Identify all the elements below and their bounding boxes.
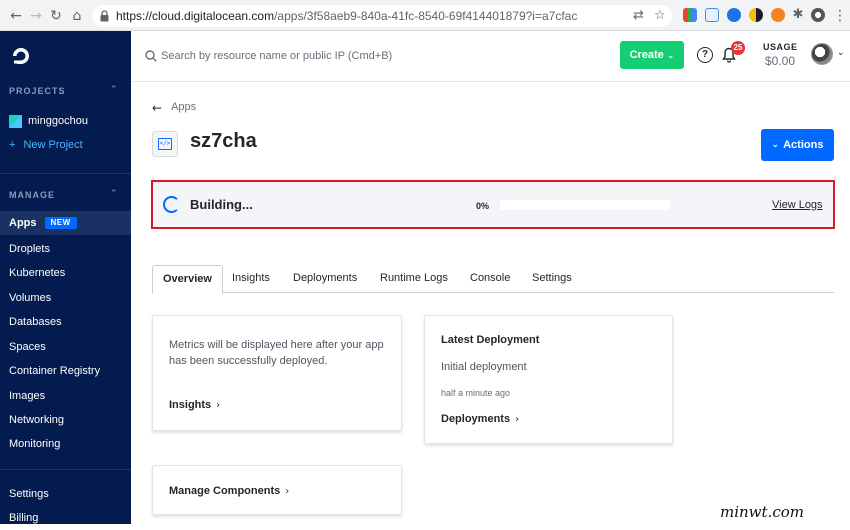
usage-label: USAGE (763, 42, 798, 52)
translate-icon[interactable]: ⇄ (633, 8, 644, 23)
url-text: https://cloud.digitalocean.com/apps/3f58… (116, 9, 578, 23)
insights-link[interactable]: Insights › (169, 399, 220, 411)
latest-deployment-title: Latest Deployment (441, 334, 540, 346)
metrics-card: Metrics will be displayed here after you… (152, 315, 402, 431)
reload-icon[interactable]: ↻ (48, 8, 64, 24)
manage-heading: MANAGE (9, 190, 55, 200)
tab-runtime-logs[interactable]: Runtime Logs (380, 265, 448, 293)
metrics-message-line-1: Metrics will be displayed here after you… (169, 339, 384, 351)
help-icon[interactable]: ? (697, 47, 713, 63)
chevron-up-icon[interactable]: ⌃ (110, 189, 118, 199)
deployments-link[interactable]: Deployments › (441, 413, 519, 425)
sidebar-item-label: Apps (9, 217, 37, 229)
tab-insights[interactable]: Insights (232, 265, 270, 293)
avatar[interactable] (811, 43, 833, 65)
extension-icon[interactable] (705, 8, 719, 22)
manage-components-label: Manage Components (169, 485, 281, 497)
actions-button[interactable]: ⌄ Actions (761, 129, 834, 161)
insights-link-label: Insights (169, 399, 212, 411)
chevron-down-icon[interactable]: ⌄ (837, 48, 845, 58)
tab-overview[interactable]: Overview (152, 265, 223, 294)
divider (0, 173, 131, 174)
create-label: Create (629, 49, 664, 61)
latest-deployment-description: Initial deployment (441, 361, 527, 373)
star-icon[interactable]: ☆ (654, 8, 666, 23)
deployments-link-label: Deployments (441, 413, 511, 425)
project-name: minggochou (28, 115, 88, 127)
progress-percent: 0% (476, 201, 490, 211)
tab-console[interactable]: Console (470, 265, 510, 293)
notification-count-badge: 25 (731, 41, 745, 55)
project-item[interactable]: minggochou (9, 113, 88, 129)
loading-spinner-icon (163, 196, 180, 213)
chevron-down-icon: ⌄ (771, 140, 780, 150)
search-icon (145, 50, 157, 62)
sidebar-item-spaces[interactable]: Spaces (0, 335, 131, 359)
sidebar-item-apps[interactable]: Apps NEW (0, 211, 131, 235)
search-input[interactable] (161, 46, 461, 66)
tab-bar: Overview Insights Deployments Runtime Lo… (152, 265, 834, 294)
manage-components-link[interactable]: Manage Components › (169, 485, 289, 497)
build-status-banner: Building... 0% View Logs (151, 180, 835, 229)
extension-icon[interactable] (771, 8, 785, 22)
progress-bar (500, 200, 670, 210)
tab-settings[interactable]: Settings (532, 265, 572, 293)
divider (0, 469, 131, 470)
sidebar-item-volumes[interactable]: Volumes (0, 286, 131, 310)
extension-icon[interactable] (749, 8, 763, 22)
address-bar[interactable]: https://cloud.digitalocean.com/apps/3f58… (92, 5, 672, 27)
sidebar-item-droplets[interactable]: Droplets (0, 237, 131, 261)
sidebar-item-kubernetes[interactable]: Kubernetes (0, 261, 131, 285)
profile-avatar-icon[interactable] (811, 8, 825, 22)
back-link-label: Apps (171, 101, 197, 113)
new-badge: NEW (44, 217, 77, 229)
sidebar: PROJECTS ⌃ minggochou + New Project MANA… (0, 31, 131, 524)
create-button[interactable]: Create ⌄ (620, 41, 684, 69)
manage-components-card: Manage Components › (152, 465, 402, 515)
latest-deployment-card: Latest Deployment Initial deployment hal… (424, 315, 673, 444)
watermark: minwt.com (720, 503, 804, 521)
page-title: sz7cha (190, 130, 257, 152)
projects-heading: PROJECTS (9, 86, 66, 96)
sidebar-item-container-registry[interactable]: Container Registry (0, 359, 131, 383)
chevron-down-icon: ⌄ (666, 51, 675, 61)
view-logs-link[interactable]: View Logs (772, 199, 823, 211)
sidebar-item-networking[interactable]: Networking (0, 408, 131, 432)
usage-value: $0.00 (765, 54, 796, 68)
extension-icon[interactable] (727, 8, 741, 22)
back-arrow-icon[interactable]: ← (8, 8, 24, 24)
arrow-left-icon: ← (152, 101, 163, 115)
plus-icon: + (9, 139, 16, 151)
latest-deployment-time: half a minute ago (441, 388, 511, 398)
sidebar-item-databases[interactable]: Databases (0, 310, 131, 334)
actions-label: Actions (783, 139, 824, 151)
chevron-right-icon: › (515, 413, 520, 425)
menu-dots-icon[interactable]: ⋮ (832, 8, 848, 24)
forward-arrow-icon[interactable]: → (28, 8, 44, 24)
chevron-up-icon[interactable]: ⌃ (110, 85, 118, 95)
project-icon (9, 114, 22, 128)
top-bar: Create ⌄ ? 25 USAGE $0.00 ⌄ (131, 31, 850, 82)
metrics-message-line-2: has been successfully deployed. (169, 355, 328, 367)
digitalocean-logo-icon[interactable] (10, 45, 32, 67)
extension-icon[interactable] (683, 8, 697, 22)
home-icon[interactable]: ⌂ (69, 8, 85, 24)
chevron-right-icon: › (216, 399, 221, 411)
build-status-text: Building... (190, 197, 253, 212)
chevron-right-icon: › (285, 485, 290, 497)
new-project-link[interactable]: + New Project (9, 139, 83, 151)
puzzle-icon[interactable]: ✱ (791, 8, 805, 22)
back-to-apps-link[interactable]: ← Apps (152, 101, 196, 115)
code-icon: </> (158, 138, 172, 150)
browser-toolbar: ← → ↻ ⌂ https://cloud.digitalocean.com/a… (0, 0, 850, 31)
tab-deployments[interactable]: Deployments (293, 265, 357, 293)
sidebar-item-billing[interactable]: Billing (0, 506, 131, 530)
sidebar-item-settings[interactable]: Settings (0, 482, 131, 506)
app-icon: </> (152, 131, 178, 157)
sidebar-item-images[interactable]: Images (0, 384, 131, 408)
sidebar-item-monitoring[interactable]: Monitoring (0, 432, 131, 456)
lock-icon (100, 10, 109, 22)
